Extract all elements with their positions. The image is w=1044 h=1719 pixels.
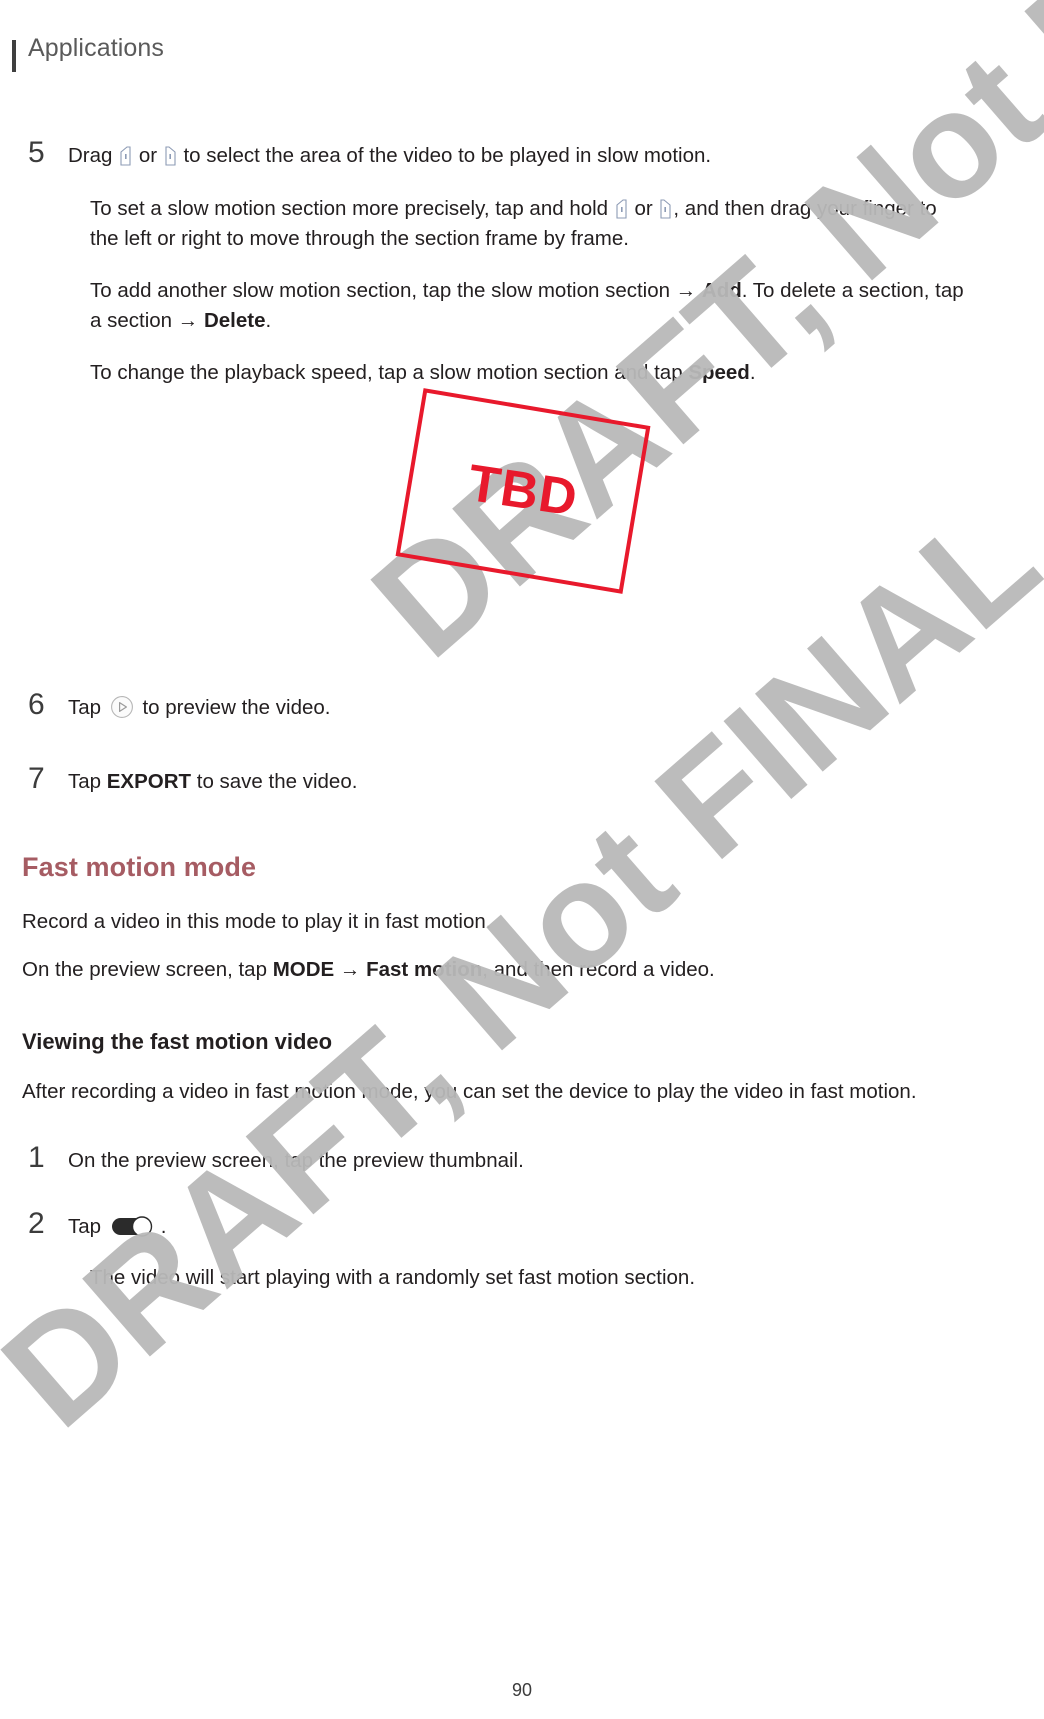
instruction-part2: , and then record a video.: [482, 958, 715, 981]
step-text: On the preview screen, tap the preview t…: [68, 1149, 524, 1173]
fast-motion-toggle-icon[interactable]: [111, 1216, 157, 1238]
arrow-glyph: →: [339, 958, 361, 981]
step-number: 6: [28, 688, 45, 722]
precise-part1: To set a slow motion section more precis…: [90, 196, 614, 220]
add-label: Add: [701, 279, 742, 302]
tbd-box: TBD: [395, 388, 651, 594]
arrow-glyph: →: [177, 309, 199, 333]
viewing-step-1: 1 On the preview screen, tap the preview…: [22, 1141, 984, 1177]
mode-label: MODE: [272, 958, 335, 981]
precise-part2: or: [628, 196, 659, 220]
page-header: Applications: [0, 34, 1044, 78]
fast-motion-label: Fast motion: [366, 958, 483, 981]
delete-label: Delete: [203, 309, 266, 333]
tbd-figure: TBD: [395, 388, 651, 594]
fast-motion-intro: Record a video in this mode to play it i…: [22, 909, 492, 933]
play-circle-icon[interactable]: [110, 695, 134, 719]
slow-motion-handle-right-icon[interactable]: [660, 199, 671, 219]
page-number: 90: [511, 1680, 533, 1700]
step-text: Tap to preview the video.: [68, 688, 984, 724]
step-5: 5 Drag or to select the area of the vide…: [22, 136, 984, 172]
section-heading-fast-motion: Fast motion mode: [22, 851, 257, 882]
page-title: Applications: [28, 34, 165, 62]
viewing-note: The video will start playing with a rand…: [90, 1265, 696, 1289]
add-delete-part3: .: [265, 309, 272, 333]
add-delete-part1: To add another slow motion section, tap …: [90, 279, 676, 302]
step-text: Tap EXPORT to save the video.: [68, 762, 984, 798]
viewing-intro: After recording a video in fast motion m…: [22, 1080, 917, 1104]
step-number: 2: [28, 1207, 45, 1240]
viewing-step-2-text-after: .: [160, 1215, 167, 1238]
step-5-text-mid: or: [133, 144, 163, 167]
tbd-label: TBD: [464, 454, 582, 528]
step-6-text-after: to preview the video.: [136, 696, 331, 720]
fast-motion-instruction: On the preview screen, tap MODE → Fast m…: [22, 955, 982, 985]
slow-motion-handle-left-icon[interactable]: [616, 199, 627, 219]
viewing-step-2-text-before: Tap: [68, 1215, 107, 1238]
step-7-text-before: Tap: [68, 770, 107, 794]
export-label: EXPORT: [106, 770, 192, 794]
step-text: Drag or to select the area of the video …: [68, 136, 984, 172]
step-6-text-before: Tap: [68, 696, 107, 720]
slow-motion-handle-left-icon[interactable]: [120, 146, 131, 166]
speed-part2: .: [749, 361, 756, 385]
step-text: Tap .: [68, 1207, 984, 1243]
speed-part1: To change the playback speed, tap a slow…: [90, 361, 689, 385]
paragraph-add-delete: To add another slow motion section, tap …: [90, 276, 970, 336]
header-accent-bar: [12, 40, 16, 72]
step-6: 6 Tap to preview the video.: [22, 688, 984, 724]
sub-heading-viewing: Viewing the fast motion video: [22, 1029, 333, 1055]
step-7: 7 Tap EXPORT to save the video.: [22, 762, 984, 798]
paragraph-speed: To change the playback speed, tap a slow…: [90, 358, 970, 388]
step-5-text-before: Drag: [68, 144, 119, 167]
step-7-text-after: to save the video.: [191, 770, 358, 794]
step-number: 7: [28, 762, 45, 796]
page-content: 5 Drag or to select the area of the vide…: [0, 110, 1044, 1293]
instruction-part1: On the preview screen, tap: [22, 958, 273, 981]
step-5-text-after: to select the area of the video to be pl…: [177, 144, 712, 167]
slow-motion-handle-right-icon[interactable]: [165, 146, 176, 166]
viewing-step-2: 2 Tap .: [22, 1207, 984, 1243]
paragraph-precise: To set a slow motion section more precis…: [90, 194, 970, 254]
speed-label: Speed: [688, 361, 750, 385]
step-number: 5: [28, 136, 45, 169]
arrow-glyph: →: [675, 279, 697, 302]
step-number: 1: [28, 1141, 45, 1175]
